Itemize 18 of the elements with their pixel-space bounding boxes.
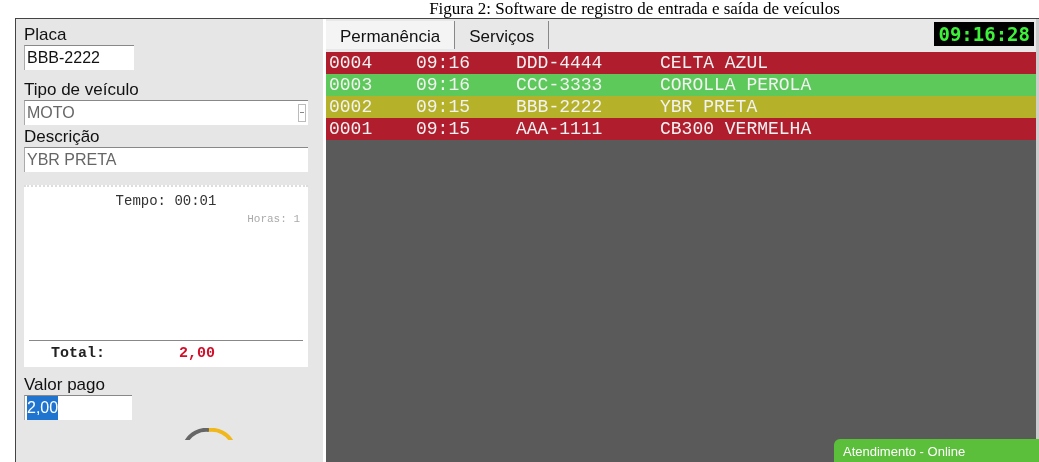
figure-caption: Figura 2: Software de registro de entrada e saída de veículos [428,0,841,18]
vehicle-row[interactable]: 0001 09:15 AAA-1111 CB300 VERMELHA [326,118,1036,140]
plate-field[interactable]: BBB-2222 [24,45,134,70]
gauge-icon [182,428,236,440]
paid-value-field[interactable]: 2,00 [24,395,132,420]
field-label: Placa [24,25,68,45]
field-label: Tipo de veículo [24,80,140,100]
total-label: Total: [51,345,106,362]
total-value: 2,00 [179,345,215,362]
time-text: Tempo: 00:01 [114,193,218,209]
clock: 09:16:28 [934,22,1034,46]
vehicle-row[interactable]: 0004 09:16 DDD-4444 CELTA AZUL [326,52,1036,74]
description-field[interactable]: YBR PRETA [24,147,308,172]
field-label: Descrição [24,127,101,147]
field-label: Valor pago [24,375,106,395]
hours-text: Horas: 1 [246,213,301,225]
tab[interactable]: Permanência [326,21,456,49]
vehicle-type-dropdown[interactable]: MOTO [24,100,308,125]
